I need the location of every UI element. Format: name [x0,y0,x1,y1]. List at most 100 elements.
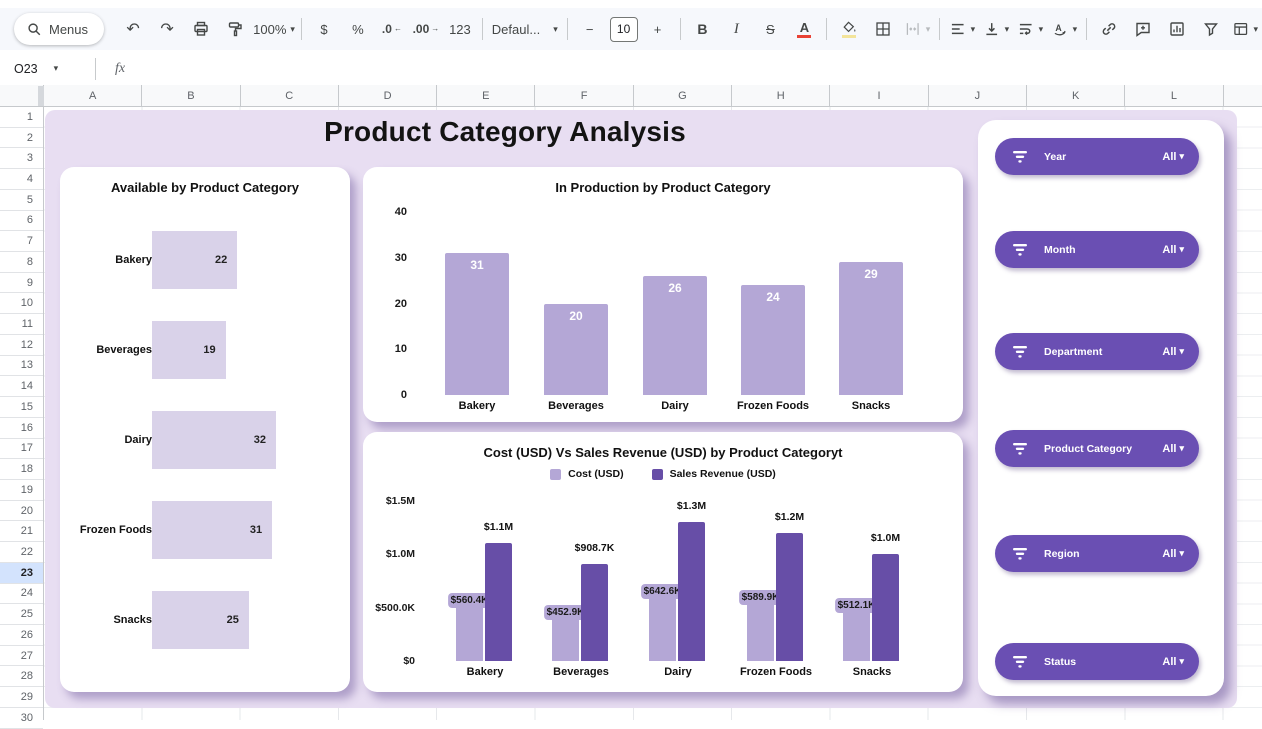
fill-color-button[interactable] [832,14,866,44]
column-header-B[interactable]: B [142,85,240,106]
row-header-18[interactable]: 18 [0,459,43,480]
slicer-value-dropdown[interactable]: All▾ [1162,443,1184,455]
slicer-region[interactable]: RegionAll▾ [995,535,1199,572]
row-header-7[interactable]: 7 [0,231,43,252]
merge-cells-button[interactable]: ▾ [900,14,934,44]
text-wrap-button[interactable]: ▾ [1013,14,1047,44]
paint-format-button[interactable] [218,14,252,44]
format-percent-button[interactable]: % [341,14,375,44]
more-formats-button[interactable]: 123 [443,14,477,44]
horizontal-align-button[interactable]: ▾ [945,14,979,44]
column-header-E[interactable]: E [437,85,535,106]
text-color-button[interactable]: A [787,14,821,44]
filter-funnel-icon [1202,20,1220,38]
strikethrough-button[interactable]: S [753,14,787,44]
column-header-I[interactable]: I [830,85,928,106]
text-rotation-button[interactable]: A ▾ [1047,14,1081,44]
font-select[interactable]: Defaul... ▾ [488,14,562,44]
row-headers: 1234567891011121314151617181920212223242… [0,107,44,720]
column-header-L[interactable]: L [1125,85,1223,106]
column-header-H[interactable]: H [732,85,830,106]
insert-chart-button[interactable] [1160,14,1194,44]
chevron-down-icon: ▾ [926,24,931,35]
slicer-department[interactable]: DepartmentAll▾ [995,333,1199,370]
column-header-partial[interactable] [1224,85,1262,106]
undo-button[interactable]: ↶ [116,14,150,44]
italic-button[interactable]: I [719,14,753,44]
column-header-J[interactable]: J [929,85,1027,106]
row-header-19[interactable]: 19 [0,480,43,501]
row-header-21[interactable]: 21 [0,521,43,542]
row-header-28[interactable]: 28 [0,666,43,687]
row-header-23[interactable]: 23 [0,563,43,584]
cell-name-box[interactable]: O23 ▾ [0,62,90,76]
row-header-6[interactable]: 6 [0,211,43,232]
redo-button[interactable]: ↷ [150,14,184,44]
vertical-align-button[interactable]: ▾ [979,14,1013,44]
row-header-13[interactable]: 13 [0,356,43,377]
row-header-1[interactable]: 1 [0,107,43,128]
filter-icon [1012,150,1028,164]
row-header-8[interactable]: 8 [0,252,43,273]
table-views-button[interactable]: ▾ [1228,14,1262,44]
column-header-D[interactable]: D [339,85,437,106]
column-header-C[interactable]: C [241,85,339,106]
borders-button[interactable] [866,14,900,44]
row-header-9[interactable]: 9 [0,273,43,294]
increase-decimal-button[interactable]: .00 → [409,14,443,44]
column-header-K[interactable]: K [1027,85,1125,106]
slicer-month[interactable]: MonthAll▾ [995,231,1199,268]
row-header-22[interactable]: 22 [0,542,43,563]
row-header-20[interactable]: 20 [0,501,43,522]
print-button[interactable] [184,14,218,44]
insert-comment-button[interactable] [1126,14,1160,44]
chart-production-card[interactable]: In Production by Product Category 010203… [363,167,963,422]
slicer-value-dropdown[interactable]: All▾ [1162,548,1184,560]
filter-icon [1012,345,1028,359]
row-header-14[interactable]: 14 [0,376,43,397]
row-header-11[interactable]: 11 [0,314,43,335]
slicer-status[interactable]: StatusAll▾ [995,643,1199,680]
font-size-input[interactable]: 10 [610,17,638,42]
insert-link-button[interactable] [1092,14,1126,44]
column-header-G[interactable]: G [634,85,732,106]
row-header-17[interactable]: 17 [0,439,43,460]
bold-button[interactable]: B [685,14,719,44]
y-axis-tick: 0 [377,389,407,401]
row-header-2[interactable]: 2 [0,128,43,149]
slicer-product-category[interactable]: Product CategoryAll▾ [995,430,1199,467]
menus-button[interactable]: Menus [14,13,104,45]
chart-available-card[interactable]: Available by Product Category Bakery22Be… [60,167,350,692]
row-header-10[interactable]: 10 [0,293,43,314]
row-header-26[interactable]: 26 [0,625,43,646]
column-header-F[interactable]: F [535,85,633,106]
row-header-16[interactable]: 16 [0,418,43,439]
chart-cost-revenue-card[interactable]: Cost (USD) Vs Sales Revenue (USD) by Pro… [363,432,963,692]
increase-font-size-button[interactable]: + [641,14,675,44]
chart-bar-row: Snacks25 [74,591,336,649]
slicer-value-dropdown[interactable]: All▾ [1162,151,1184,163]
slicer-value-dropdown[interactable]: All▾ [1162,244,1184,256]
category-label: Frozen Foods [727,666,825,678]
create-filter-button[interactable] [1194,14,1228,44]
zoom-select[interactable]: 100% ▾ [252,14,296,44]
row-header-12[interactable]: 12 [0,335,43,356]
bar-value-label: 22 [215,254,227,266]
decrease-font-size-button[interactable]: − [573,14,607,44]
row-header-29[interactable]: 29 [0,687,43,708]
row-header-15[interactable]: 15 [0,397,43,418]
format-currency-button[interactable]: $ [307,14,341,44]
slicer-year[interactable]: YearAll▾ [995,138,1199,175]
row-header-30[interactable]: 30 [0,708,43,729]
slicer-value-dropdown[interactable]: All▾ [1162,346,1184,358]
row-header-4[interactable]: 4 [0,169,43,190]
row-header-27[interactable]: 27 [0,646,43,667]
row-header-5[interactable]: 5 [0,190,43,211]
decrease-decimal-button[interactable]: .0 ← [375,14,409,44]
bar: 31 [152,501,272,559]
column-header-A[interactable]: A [44,85,142,106]
slicer-value-dropdown[interactable]: All▾ [1162,656,1184,668]
row-header-25[interactable]: 25 [0,604,43,625]
row-header-3[interactable]: 3 [0,148,43,169]
row-header-24[interactable]: 24 [0,584,43,605]
